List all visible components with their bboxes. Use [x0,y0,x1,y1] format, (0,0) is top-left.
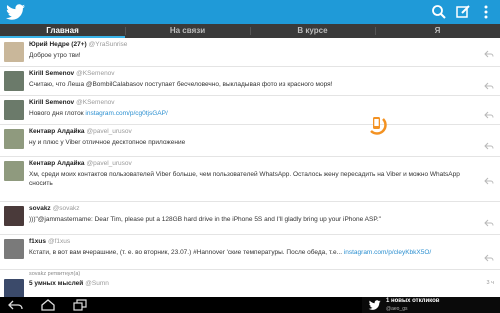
tweet-link[interactable]: instagram.com/p/cleyKbkX5O/ [344,249,431,256]
avatar[interactable] [4,42,24,62]
reply-icon[interactable] [484,50,494,58]
timeline-feed[interactable]: Юрий Недре (27+) @YraSunrise Доброе утро … [0,38,500,297]
tweet-text: ну и плюс у Viber отличное десктопное пр… [29,139,186,146]
author-handle[interactable]: @f1xus [48,238,70,245]
author-handle[interactable]: @sovakz [53,205,80,212]
tweet-item[interactable]: Кентавр Алдайка @pavel_urusov ну и плюс у… [0,125,500,157]
tweet-text: Считаю, что Леша @BombilCalabasov поступ… [29,81,333,88]
search-icon[interactable] [430,3,448,21]
tweet-header: f1xus @f1xus [29,238,70,245]
reply-icon[interactable] [484,254,494,262]
author-name[interactable]: Юрий Недре (27+) [29,41,87,48]
home-icon[interactable] [40,299,56,311]
back-icon[interactable] [8,299,24,311]
avatar[interactable] [4,129,24,149]
action-bar [0,0,500,24]
author-name[interactable]: Kirill Semenov [29,70,74,77]
author-handle[interactable]: @KSemenov [76,99,114,106]
author-name[interactable]: Кентавр Алдайка [29,160,85,167]
author-handle[interactable]: @pavel_urusov [87,128,132,135]
tweet-header: Кентавр Алдайка @pavel_urusov [29,128,132,135]
avatar[interactable] [4,239,24,259]
tweet-header: Юрий Недре (27+) @YraSunrise [29,41,127,48]
compose-icon[interactable] [454,3,472,21]
avatar[interactable] [4,71,24,91]
notification-subtitle: @aeo_gs [386,306,408,312]
reply-icon[interactable] [484,111,494,119]
tab-discover[interactable]: В курсе [250,24,375,38]
tweet-text: Кстати, в вот вам вчерашние, (т. е. во в… [29,248,469,257]
tweet-link[interactable]: instagram.com/p/cg0tjsGAP/ [85,110,167,117]
tweet-header: sovakz @sovakz [29,205,80,212]
tweet-item[interactable]: sovakz @sovakz )))"@jammastername: Dear T… [0,202,500,235]
tweet-header: Kirill Semenov @KSemenov [29,99,115,106]
author-name[interactable]: Кентавр Алдайка [29,128,85,135]
tweet-text: Нового дня глоток instagram.com/p/cg0tjs… [29,109,469,118]
reply-icon[interactable] [484,219,494,227]
reply-icon[interactable] [484,142,494,150]
retweeted-by-label: sovakz ретвитнул(а) [29,271,81,277]
tweet-item[interactable]: Kirill Semenov @KSemenov Считаю, что Леша… [0,67,500,96]
tweet-header: 5 умных мыслей @Sumn [29,280,109,287]
tweet-item[interactable]: Kirill Semenov @KSemenov Нового дня глото… [0,96,500,125]
tweet-time: 3 ч [486,280,494,286]
tweet-header: Kirill Semenov @KSemenov [29,70,115,77]
tweet-text-body: Нового дня глоток [29,110,86,117]
author-name[interactable]: sovakz [29,205,51,212]
author-handle[interactable]: @Sumn [85,280,109,287]
author-handle[interactable]: @KSemenov [76,70,114,77]
author-name[interactable]: 5 умных мыслей [29,280,83,287]
tab-home[interactable]: Главная [0,24,125,38]
tab-me[interactable]: Я [375,24,500,38]
overflow-menu-icon[interactable] [477,3,495,21]
notification-title: 1 новых откликов [386,298,440,304]
author-name[interactable]: f1xus [29,238,46,245]
tweet-item[interactable]: f1xus @f1xus Кстати, в вот вам вчерашние,… [0,235,500,270]
tweet-text: Доброе утро тви! [29,52,81,59]
tweet-text: Хм, среди моих контактов пользователей V… [29,171,460,187]
tweet-item[interactable]: Юрий Недре (27+) @YraSunrise Доброе утро … [0,38,500,67]
reply-icon[interactable] [484,82,494,90]
avatar[interactable] [4,206,24,226]
author-handle[interactable]: @YraSunrise [89,41,128,48]
avatar[interactable] [4,279,24,297]
tweet-item[interactable]: Кентавр Алдайка @pavel_urusov Хм, среди м… [0,157,500,202]
tab-connect[interactable]: На связи [125,24,250,38]
tweet-text: )))"@jammastername: Dear Tim, please put… [29,216,381,223]
tweet-item[interactable]: sovakz ретвитнул(а) 5 умных мыслей @Sumn … [0,270,500,297]
avatar[interactable] [4,100,24,120]
app-launcher-icon[interactable] [366,114,388,136]
reply-icon[interactable] [484,177,494,185]
tweet-header: Кентавр Алдайка @pavel_urusov [29,160,132,167]
twitter-bird-icon [368,300,381,310]
tab-bar: Главная На связи В курсе Я [0,24,500,38]
notification-toast[interactable]: 1 новых откликов @aeo_gs [362,297,500,313]
tweet-text-body: Кстати, в вот вам вчерашние, (т. е. во в… [29,249,344,256]
author-name[interactable]: Kirill Semenov [29,99,74,106]
recent-apps-icon[interactable] [72,299,88,311]
twitter-bird-icon[interactable] [6,4,26,20]
author-handle[interactable]: @pavel_urusov [87,160,132,167]
avatar[interactable] [4,161,24,181]
